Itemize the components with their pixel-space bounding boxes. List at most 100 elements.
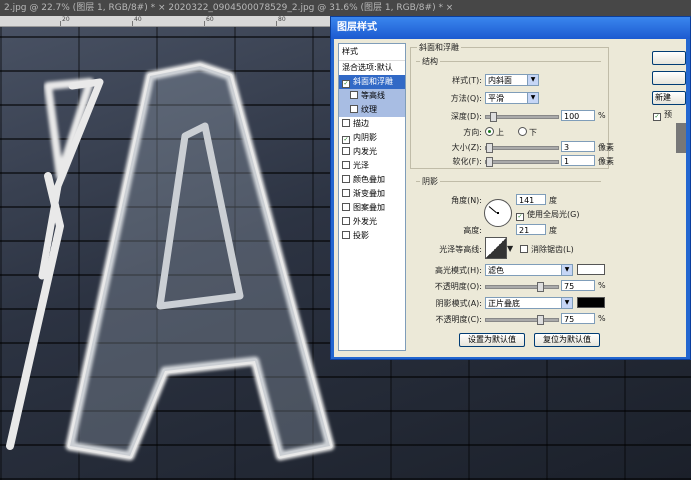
effect-label: 颜色叠加 xyxy=(353,175,385,184)
checkbox-icon[interactable] xyxy=(342,189,350,197)
highlight-opacity-slider[interactable] xyxy=(485,282,559,292)
highlight-mode-value: 滤色 xyxy=(488,266,504,275)
styles-header[interactable]: 样式 xyxy=(339,44,405,61)
bevel-group-title: 斜面和浮雕 xyxy=(417,42,461,53)
blend-options-item[interactable]: 混合选项:默认 xyxy=(339,61,405,75)
effect-item[interactable]: ✓ 内阴影 xyxy=(339,131,405,145)
document-tab-title[interactable]: 2.jpg @ 22.7% (图层 1, RGB/8#) * × 2020322… xyxy=(4,3,453,13)
highlight-opacity-input[interactable]: 75 xyxy=(561,280,595,291)
size-slider-knob[interactable] xyxy=(486,143,493,153)
soften-slider[interactable] xyxy=(485,157,559,167)
checkbox-icon[interactable] xyxy=(342,231,350,239)
checkbox-icon[interactable] xyxy=(342,147,350,155)
chevron-down-icon[interactable]: ▼ xyxy=(507,244,513,253)
reset-default-button[interactable]: 复位为默认值 xyxy=(534,333,600,347)
effect-label: 投影 xyxy=(353,231,369,240)
effect-item[interactable]: ✓ 斜面和浮雕 xyxy=(339,75,405,89)
direction-down-label: 下 xyxy=(529,128,537,137)
radio-icon xyxy=(518,127,527,136)
style-label: 样式(T): xyxy=(452,76,482,85)
checkbox-checked-icon[interactable]: ✓ xyxy=(342,80,350,88)
angle-dial[interactable] xyxy=(484,199,512,227)
soften-slider-knob[interactable] xyxy=(486,157,493,167)
ruler-tick-label: 60 xyxy=(206,16,214,23)
effect-label: 斜面和浮雕 xyxy=(353,77,393,86)
direction-down-radio[interactable]: 下 xyxy=(518,127,537,138)
shadow-mode-select[interactable]: 正片叠底 ▼ xyxy=(485,297,573,309)
checkbox-icon[interactable] xyxy=(342,161,350,169)
checkbox-icon[interactable] xyxy=(342,119,350,127)
dialog-title[interactable]: 图层样式 xyxy=(331,17,690,39)
structure-title: 结构 xyxy=(420,56,440,67)
checkbox-checked-icon: ✓ xyxy=(653,113,661,121)
shadow-opacity-knob[interactable] xyxy=(537,315,544,325)
effect-item[interactable]: 光泽 xyxy=(339,159,405,173)
dial-center xyxy=(497,212,499,214)
preview-label: 预 xyxy=(664,110,672,119)
method-select[interactable]: 平滑 ▼ xyxy=(485,92,539,104)
layer-style-dialog: 图层样式 样式 混合选项:默认 ✓ 斜面和浮雕 等高线 纹理 描边 ✓ 内阴影 内发光 光泽 颜色… xyxy=(330,16,691,360)
global-light-checkbox[interactable]: ✓ 使用全局光(G) xyxy=(516,209,579,221)
checkbox-icon[interactable] xyxy=(342,203,350,211)
document-tab-bar[interactable]: 2.jpg @ 22.7% (图层 1, RGB/8#) * × 2020322… xyxy=(0,0,691,16)
effect-item[interactable]: 描边 xyxy=(339,117,405,131)
cancel-button[interactable] xyxy=(652,71,686,85)
effect-item[interactable]: 颜色叠加 xyxy=(339,173,405,187)
effect-item[interactable]: 渐变叠加 xyxy=(339,187,405,201)
effect-item[interactable]: 图案叠加 xyxy=(339,201,405,215)
anti-alias-checkbox[interactable]: 消除锯齿(L) xyxy=(520,244,574,255)
depth-label: 深度(D): xyxy=(450,112,482,121)
highlight-opacity-label: 不透明度(O): xyxy=(434,282,482,291)
style-select[interactable]: 内斜面 ▼ xyxy=(485,74,539,86)
ruler-tick-label: 20 xyxy=(62,16,70,23)
effect-label: 内阴影 xyxy=(353,133,377,142)
effect-item[interactable]: 纹理 xyxy=(339,103,405,117)
checkbox-icon[interactable] xyxy=(350,105,358,113)
checkbox-icon[interactable] xyxy=(350,91,358,99)
effect-label: 内发光 xyxy=(353,147,377,156)
depth-slider-knob[interactable] xyxy=(490,112,498,122)
angle-unit: 度 xyxy=(549,196,557,205)
ok-button[interactable] xyxy=(652,51,686,65)
highlight-mode-label: 高光模式(H): xyxy=(435,266,482,275)
angle-input[interactable]: 141 xyxy=(516,194,546,205)
effect-item[interactable]: 投影 xyxy=(339,229,405,243)
shadow-color-swatch[interactable] xyxy=(577,297,605,308)
checkbox-checked-icon[interactable]: ✓ xyxy=(342,136,350,144)
depth-unit: % xyxy=(598,111,606,120)
depth-slider[interactable] xyxy=(485,112,559,122)
gloss-contour-picker[interactable] xyxy=(485,237,507,259)
highlight-mode-select[interactable]: 滤色 ▼ xyxy=(485,264,573,276)
preview-checkbox[interactable]: ✓ 预 xyxy=(653,109,672,121)
effect-label: 等高线 xyxy=(361,91,385,100)
new-style-button[interactable]: 新建 xyxy=(652,91,686,105)
soften-label: 软化(F): xyxy=(452,157,482,166)
size-input[interactable]: 3 xyxy=(561,141,595,152)
depth-input[interactable]: 100 xyxy=(561,110,595,121)
effect-item[interactable]: 等高线 xyxy=(339,89,405,103)
dial-needle xyxy=(488,206,497,214)
altitude-input[interactable]: 21 xyxy=(516,224,546,235)
checkbox-icon[interactable] xyxy=(342,175,350,183)
shadow-opacity-slider[interactable] xyxy=(485,315,559,325)
checkbox-icon[interactable] xyxy=(342,217,350,225)
set-default-button[interactable]: 设置为默认值 xyxy=(459,333,525,347)
effect-label: 描边 xyxy=(353,119,369,128)
effect-label: 纹理 xyxy=(361,105,377,114)
chevron-down-icon: ▼ xyxy=(527,75,538,85)
checkbox-checked-icon: ✓ xyxy=(516,213,524,221)
highlight-color-swatch[interactable] xyxy=(577,264,605,275)
method-value: 平滑 xyxy=(488,94,504,103)
direction-up-radio[interactable]: 上 xyxy=(485,127,504,138)
highlight-opacity-knob[interactable] xyxy=(537,282,544,292)
angle-label: 角度(N): xyxy=(451,196,482,205)
size-slider[interactable] xyxy=(485,143,559,153)
soften-input[interactable]: 1 xyxy=(561,155,595,166)
effect-item[interactable]: 内发光 xyxy=(339,145,405,159)
effect-item[interactable]: 外发光 xyxy=(339,215,405,229)
soften-unit: 像素 xyxy=(598,157,614,166)
ruler-tick xyxy=(276,21,277,26)
shadow-opacity-input[interactable]: 75 xyxy=(561,313,595,324)
chevron-down-icon: ▼ xyxy=(527,93,538,103)
method-label: 方法(Q): xyxy=(450,94,482,103)
